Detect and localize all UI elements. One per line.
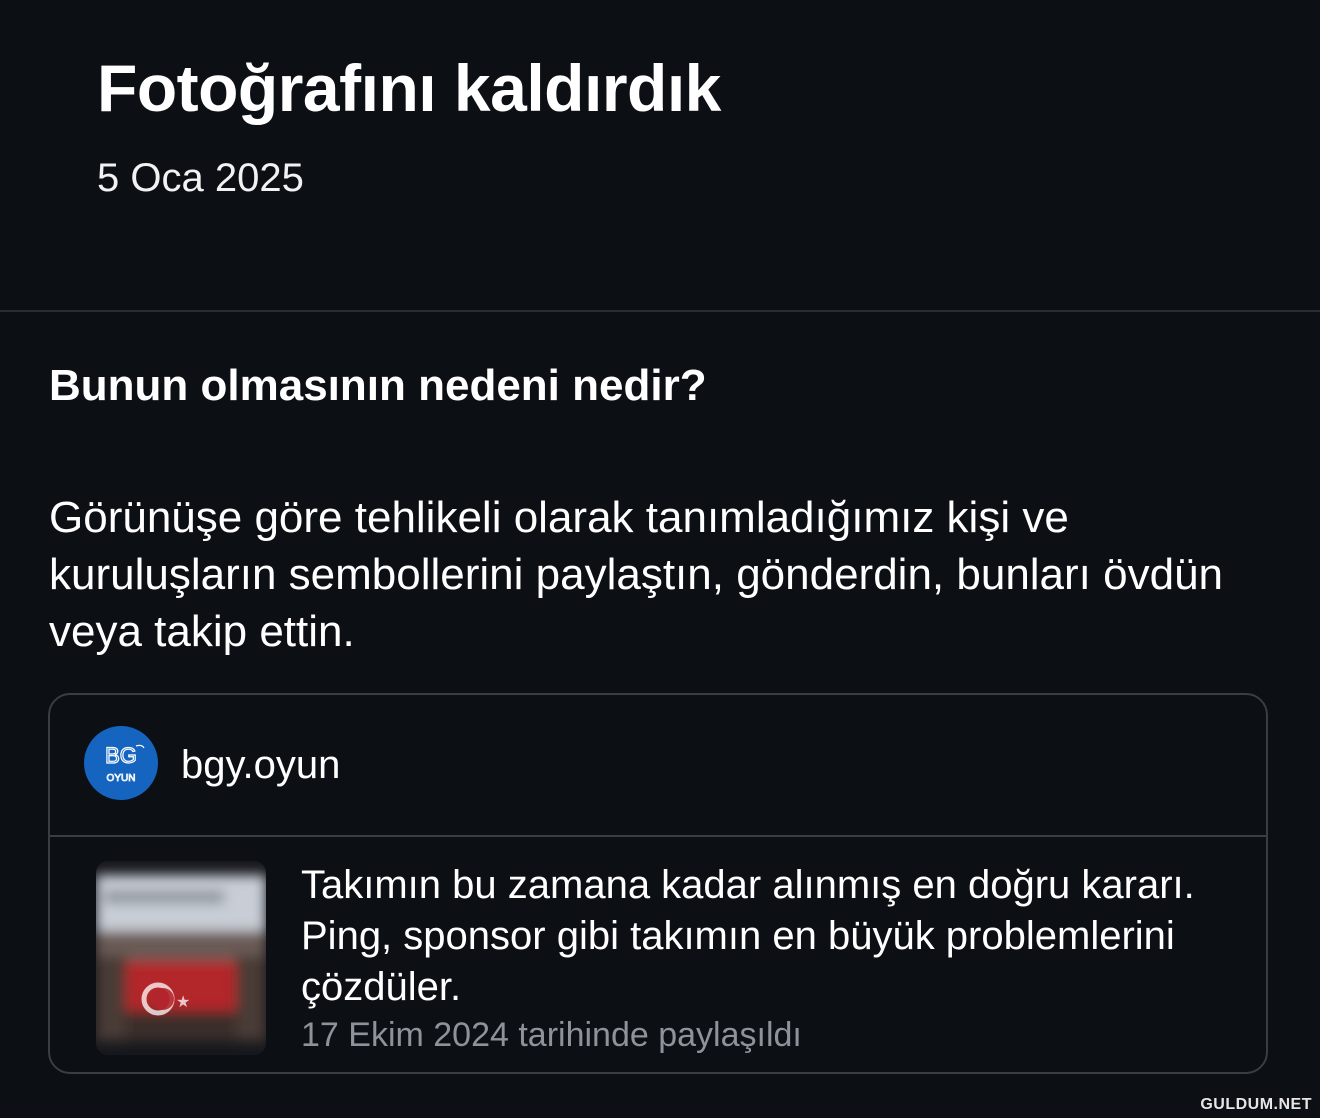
post-caption: Takımın bu zamana kadar alınmış en doğru… <box>301 863 1195 1009</box>
page-title: Fotoğrafını kaldırdık <box>97 51 721 125</box>
post-author-header: BG OYUN bgy.oyun <box>50 695 1266 837</box>
avatar[interactable]: BG OYUN <box>84 726 158 800</box>
bgy-logo-icon: BG OYUN <box>105 742 145 784</box>
svg-text:OYUN: OYUN <box>107 773 136 784</box>
section-divider <box>0 310 1320 312</box>
post-thumbnail: ★ <box>96 861 266 1055</box>
reason-heading: Bunun olmasının nedeni nedir? <box>49 361 707 410</box>
removal-date: 5 Oca 2025 <box>97 156 304 200</box>
svg-text:★: ★ <box>176 992 190 1011</box>
watermark: GULDUM.NET <box>1200 1096 1312 1113</box>
svg-text:BG: BG <box>105 743 137 768</box>
post-author-username[interactable]: bgy.oyun <box>181 741 340 789</box>
removed-post-card[interactable]: BG OYUN bgy.oyun ★ Takımın bu zamana kad… <box>48 693 1268 1074</box>
reason-explanation: Görünüşe göre tehlikeli olarak tanımladı… <box>49 493 1224 656</box>
post-shared-date: 17 Ekim 2024 tarihinde paylaşıldı <box>301 1016 802 1054</box>
